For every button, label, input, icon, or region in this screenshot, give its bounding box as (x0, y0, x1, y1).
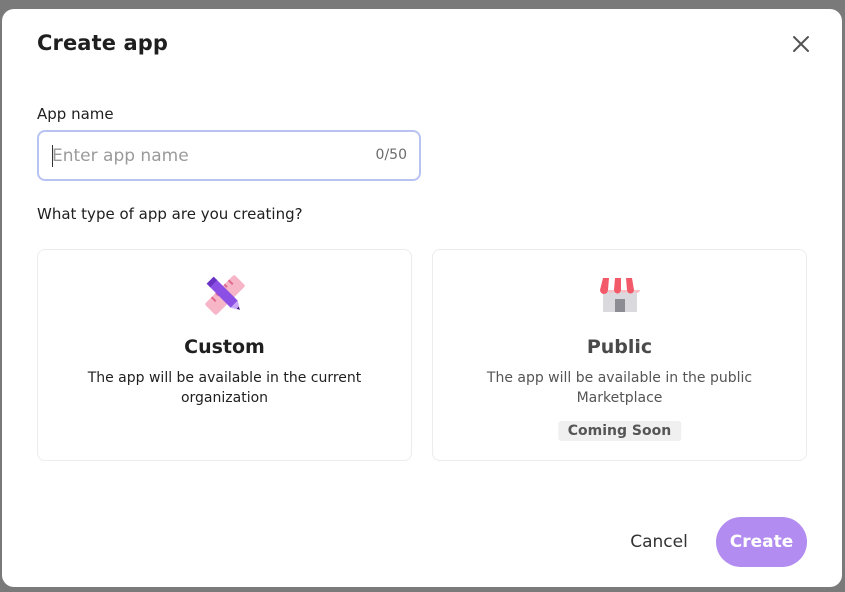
ruler-pencil-icon (204, 275, 245, 315)
app-type-card-custom[interactable]: Custom The app will be available in the … (37, 249, 412, 461)
app-name-input[interactable] (52, 132, 352, 179)
dialog-title: Create app (37, 31, 169, 55)
app-type-question: What type of app are you creating? (37, 205, 303, 223)
app-name-label: App name (37, 105, 114, 123)
char-counter: 0/50 (375, 147, 407, 163)
close-button[interactable] (790, 33, 812, 55)
close-icon (793, 36, 809, 52)
app-type-card-public: Public The app will be available in the … (432, 249, 807, 461)
create-app-dialog: Create app App name 0/50 What type of ap… (2, 9, 842, 587)
storefront-icon (599, 278, 640, 312)
coming-soon-badge: Coming Soon (557, 421, 682, 441)
create-button[interactable]: Create (716, 517, 807, 567)
public-card-title: Public (586, 336, 653, 358)
custom-card-description: The app will be available in the current… (87, 370, 362, 406)
public-card-description: The app will be available in the public … (486, 370, 753, 406)
custom-card-title: Custom (184, 336, 265, 358)
app-name-field[interactable]: 0/50 (37, 130, 421, 181)
cancel-button[interactable]: Cancel (614, 517, 704, 567)
